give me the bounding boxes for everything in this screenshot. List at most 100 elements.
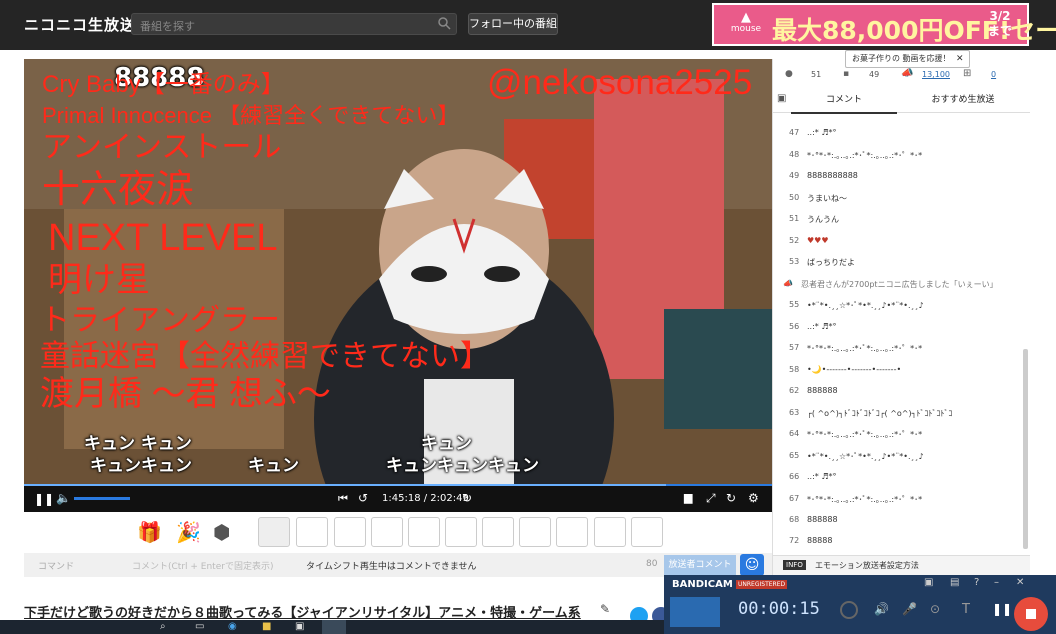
- setlist-item: NEXT LEVEL: [48, 217, 278, 259]
- search-icon[interactable]: ⌕: [160, 621, 166, 632]
- quiz-icon[interactable]: [408, 517, 440, 547]
- comment-row: 57 *･°*･*:.｡..｡.:*･ﾟ*:.｡..｡.:*･゜*･*: [773, 343, 1025, 364]
- comment-row: 52 ♥♥♥: [773, 236, 1025, 257]
- forward-icon[interactable]: ↻: [462, 491, 472, 505]
- skip-back-icon[interactable]: ⏮: [338, 492, 348, 506]
- emotion-icon[interactable]: [296, 517, 328, 547]
- tooltip-text: お菓子作りの 動画を応援！: [852, 54, 951, 63]
- gift-count[interactable]: 0: [991, 70, 996, 79]
- comment-panel: ● 51 ▪ 49 📣 13,100 ⊞ 0 ▣ コメント おすすめ生放送 47…: [772, 59, 1030, 576]
- info-bar[interactable]: INFO エモーション放送者設定方法: [773, 555, 1030, 576]
- comment-text: •*¨*•.¸¸☆*･ﾟ*•*.¸¸♪•*¨*•.¸¸♪: [807, 301, 924, 310]
- setlist-item: 明け星: [48, 261, 150, 299]
- settings-icon[interactable]: ⚙: [748, 491, 759, 505]
- comment-input[interactable]: コメント(Ctrl + Enterで固定表示): [132, 559, 273, 572]
- add-button[interactable]: [258, 517, 290, 547]
- comment-scrollbar[interactable]: [1023, 349, 1028, 549]
- comment-text: *･°*･*:.｡..｡.:*･ﾟ*:.｡..｡.:*･゜*･*: [807, 495, 923, 504]
- task-view-icon[interactable]: ▭: [195, 621, 204, 632]
- robot-icon[interactable]: [371, 517, 403, 547]
- reload-icon[interactable]: ↻: [726, 491, 736, 505]
- text-icon[interactable]: T: [962, 602, 970, 617]
- setlist-item: Primal Innocence 【練習全くできてない】: [42, 103, 460, 128]
- empty-slot[interactable]: [556, 517, 588, 547]
- ad-points[interactable]: 13,100: [922, 70, 950, 79]
- panel-tabs: ▣ コメント おすすめ生放送: [773, 90, 1030, 114]
- comment-text: *･°*･*:.｡..｡.:*･ﾟ*:.｡..｡.:*･゜*･*: [807, 430, 923, 439]
- bandicam-window[interactable]: BANDICAM UNREGISTERED ▣ ▤ ? – ✕ 00:00:15…: [664, 575, 1056, 634]
- store-icon[interactable]: ▣: [295, 621, 304, 632]
- edit-icon[interactable]: ✎: [600, 602, 610, 616]
- folder-icon[interactable]: ▤: [950, 577, 959, 588]
- comment-text: ばっちりだよ: [807, 258, 855, 267]
- setlist-item: 童話迷宮【全然練習できてない】: [40, 340, 490, 373]
- gift-icon[interactable]: 🎁: [137, 520, 162, 544]
- search-input[interactable]: 番組を探す: [131, 13, 457, 35]
- fullscreen-icon[interactable]: ⤢: [706, 491, 716, 506]
- volume-slider[interactable]: [74, 497, 130, 500]
- tab-comments[interactable]: コメント: [791, 90, 897, 114]
- pause-icon[interactable]: ❚❚: [34, 492, 54, 506]
- tooltip: お菓子作りの 動画を応援！ ✕: [845, 50, 970, 68]
- info-label: INFO: [783, 560, 806, 570]
- comment-row: 50 うまいね〜: [773, 193, 1025, 214]
- player-controls: ❚❚ 🔈 ⏮ ↺ 1:45:18 / 2:02:49 ↻ ▆ ⤢ ↻ ⚙: [24, 486, 772, 512]
- site-logo[interactable]: ニコニコ生放送: [24, 14, 136, 35]
- comment-text: ..:* ♬*°: [807, 128, 837, 137]
- comment-text: *･°*･*:.｡..｡.:*･ﾟ*:.｡..｡.:*･゜*･*: [807, 151, 923, 160]
- comment-list[interactable]: 47 ..:* ♬*° 48 *･°*･*:.｡..｡.:*･ﾟ*:.｡..｡.:*…: [773, 113, 1025, 549]
- empty-slot[interactable]: [482, 517, 514, 547]
- command-input[interactable]: コマンド: [38, 559, 74, 572]
- rewind-icon[interactable]: ↺: [358, 491, 368, 505]
- volume-icon[interactable]: 🔈: [56, 491, 71, 505]
- folder-icon[interactable]: ■: [262, 621, 271, 632]
- playback-time: 1:45:18 / 2:02:49: [382, 493, 469, 504]
- minimize-icon[interactable]: –: [994, 577, 999, 588]
- speaker-icon[interactable]: 🔊: [874, 602, 889, 616]
- comments-icon: ▪: [843, 69, 850, 79]
- video-player[interactable]: 88888 @nekosona2525 Cry Baby【一番のみ】 Prima…: [24, 59, 772, 486]
- comment-text: ..:* ♬*°: [807, 322, 837, 331]
- smile-icon[interactable]: ☺: [740, 554, 764, 576]
- stop-button[interactable]: [1014, 597, 1048, 631]
- close-icon[interactable]: ✕: [1016, 577, 1024, 588]
- empty-slot[interactable]: [594, 517, 626, 547]
- comment-row: 49 8888888888: [773, 171, 1025, 192]
- overlay-kyun: キュン: [421, 434, 472, 454]
- overlay-kyun: キュン: [248, 456, 299, 476]
- box-icon[interactable]: ⬢: [213, 520, 230, 544]
- comment-row: 55 •*¨*•.¸¸☆*･ﾟ*•*.¸¸♪•*¨*•.¸¸♪: [773, 300, 1025, 321]
- ad-banner[interactable]: ▲ mouse 最大88,000円OFF!セール 3/2 まで: [712, 3, 1056, 46]
- comment-text: ♥♥♥: [807, 236, 829, 245]
- following-programs-button[interactable]: フォロー中の番組: [468, 13, 558, 35]
- comment-text: 88888: [807, 536, 833, 545]
- recording-app-icon[interactable]: [322, 620, 346, 634]
- pause-icon[interactable]: ❚❚: [992, 602, 1012, 616]
- comment-row: 56 ..:* ♬*°: [773, 322, 1025, 343]
- twitter-icon[interactable]: [334, 517, 366, 547]
- party-icon[interactable]: 🎉: [176, 520, 201, 544]
- comment-text: ..:* ♬*°: [807, 472, 837, 481]
- edge-icon[interactable]: ◉: [228, 621, 237, 632]
- close-icon[interactable]: ✕: [956, 51, 964, 67]
- triangle-icon: ▲: [741, 10, 751, 25]
- comment-text: 8888888888: [807, 171, 858, 180]
- cursor-icon[interactable]: ⊙: [930, 602, 940, 616]
- microphone-icon[interactable]: 🎤: [902, 602, 917, 616]
- empty-slot[interactable]: [445, 517, 477, 547]
- empty-slot[interactable]: [519, 517, 551, 547]
- chat-icon: ▣: [777, 93, 787, 104]
- comment-text: ┌( ^o^)┐ﾄﾞｺﾄﾞｺﾄﾞｺ┌( ^o^)┐ﾄﾞｺﾄﾞｺﾄﾞｺ: [807, 409, 953, 418]
- comment-toggle-icon[interactable]: ▆: [684, 491, 692, 504]
- broadcaster-comment-button[interactable]: 放送者コメント: [664, 555, 736, 575]
- help-icon[interactable]: ?: [974, 577, 979, 588]
- program-title[interactable]: 下手だけど歌うの好きだから８曲歌ってみる【ジャイアンリサイタル】アニメ・特撮・ゲ…: [24, 602, 581, 621]
- screen-mode-button[interactable]: [670, 597, 720, 627]
- empty-slot[interactable]: [631, 517, 663, 547]
- lock-icon[interactable]: ▣: [924, 577, 933, 588]
- webcam-icon[interactable]: [840, 601, 858, 619]
- search-icon[interactable]: [437, 16, 451, 30]
- tab-recommended[interactable]: おすすめ生放送: [901, 90, 1025, 112]
- comment-row: 62 888888: [773, 386, 1025, 407]
- comment-row: 68 888888: [773, 515, 1025, 536]
